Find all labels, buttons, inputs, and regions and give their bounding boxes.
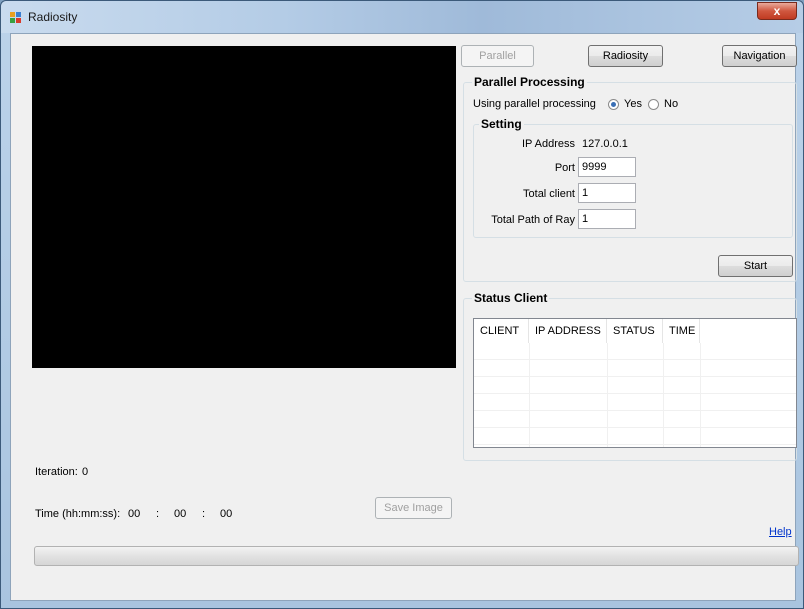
column-divider: [529, 343, 530, 447]
title-bar[interactable]: Radiosity x: [1, 1, 803, 33]
progress-bar: [34, 546, 799, 566]
help-link[interactable]: Help: [769, 526, 792, 538]
ip-address-value: 127.0.0.1: [582, 138, 628, 150]
app-window: Radiosity x Parallel Radiosity Navigatio…: [0, 0, 804, 609]
time-separator: :: [156, 508, 160, 520]
time-separator: :: [202, 508, 206, 520]
column-divider: [607, 343, 608, 447]
time-label: Time (hh:mm:ss):: [35, 508, 121, 520]
iteration-label: Iteration:: [35, 466, 78, 478]
window-title: Radiosity: [28, 10, 78, 24]
table-row: [474, 411, 796, 428]
column-client[interactable]: CLIENT: [474, 319, 529, 343]
column-ip-address[interactable]: IP ADDRESS: [529, 319, 607, 343]
time-minutes: 00: [174, 508, 187, 520]
no-radio[interactable]: [648, 99, 659, 110]
close-icon: x: [773, 4, 781, 18]
time-seconds: 00: [220, 508, 233, 520]
table-row: [474, 343, 796, 360]
status-client-list[interactable]: CLIENT IP ADDRESS STATUS TIME: [473, 318, 797, 448]
iteration-value: 0: [82, 466, 89, 478]
render-view[interactable]: [32, 46, 456, 368]
yes-radio[interactable]: [608, 99, 619, 110]
using-parallel-label: Using parallel processing: [473, 98, 596, 110]
table-row: [474, 428, 796, 445]
column-divider: [700, 343, 701, 447]
total-path-of-ray-label: Total Path of Ray: [491, 214, 575, 226]
column-divider: [663, 343, 664, 447]
column-time[interactable]: TIME: [663, 319, 700, 343]
table-row: [474, 360, 796, 377]
column-status[interactable]: STATUS: [607, 319, 663, 343]
port-input[interactable]: 9999: [578, 157, 636, 177]
time-hours: 00: [128, 508, 141, 520]
parallel-processing-title: Parallel Processing: [472, 75, 587, 89]
close-button[interactable]: x: [757, 2, 797, 20]
setting-title: Setting: [479, 117, 524, 131]
total-client-label: Total client: [523, 188, 575, 200]
total-path-of-ray-input[interactable]: 1: [578, 209, 636, 229]
yes-label[interactable]: Yes: [624, 98, 642, 110]
ip-address-label: IP Address: [522, 138, 575, 150]
table-row: [474, 377, 796, 394]
save-image-button[interactable]: Save Image: [375, 497, 452, 519]
port-label: Port: [554, 162, 575, 174]
parallel-button[interactable]: Parallel: [461, 45, 534, 67]
list-header: CLIENT IP ADDRESS STATUS TIME: [474, 319, 700, 343]
start-button[interactable]: Start: [718, 255, 793, 277]
radiosity-button[interactable]: Radiosity: [588, 45, 663, 67]
total-client-input[interactable]: 1: [578, 183, 636, 203]
no-label[interactable]: No: [664, 98, 678, 110]
status-client-title: Status Client: [472, 291, 550, 305]
radiosity-app-icon: [10, 12, 22, 24]
navigation-button[interactable]: Navigation: [722, 45, 797, 67]
table-row: [474, 394, 796, 411]
client-area: Parallel Radiosity Navigation Parallel P…: [10, 33, 799, 601]
